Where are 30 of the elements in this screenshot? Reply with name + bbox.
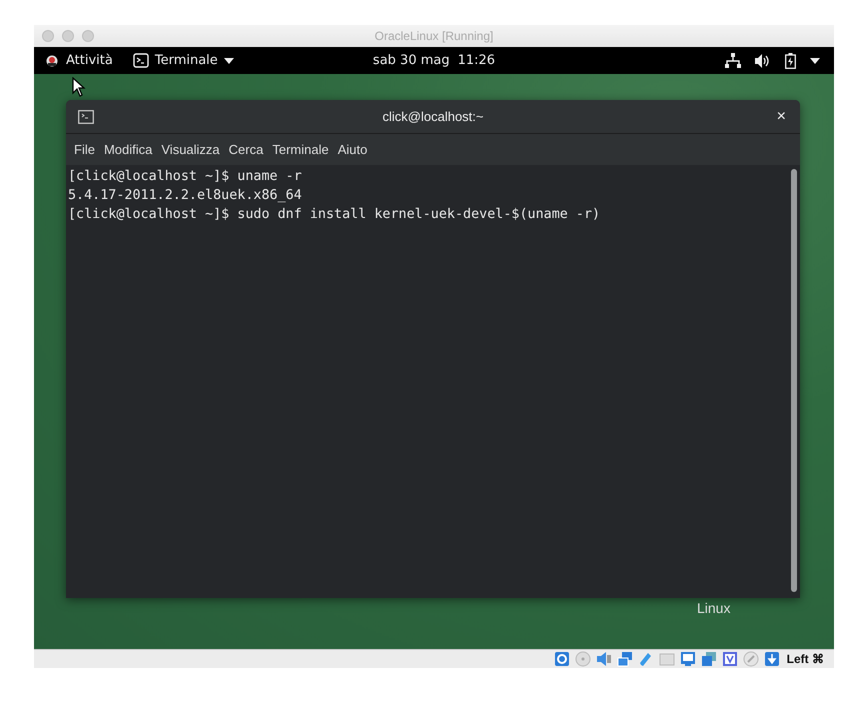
terminal-icon xyxy=(78,110,94,124)
activities-button[interactable]: Attività xyxy=(66,53,113,68)
menu-item[interactable]: Visualizza xyxy=(161,142,220,157)
menu-item[interactable]: File xyxy=(74,142,95,157)
battery-icon[interactable] xyxy=(785,52,796,68)
terminal-line: [click@localhost ~]$ sudo dnf install kernel-uek-devel-$(uname -r) xyxy=(68,206,602,224)
app-menu-button[interactable]: Terminale xyxy=(132,53,234,68)
window-title: OracleLinux [Running] xyxy=(374,29,494,43)
desktop-label: Linux xyxy=(697,600,730,616)
terminal-icon xyxy=(132,53,149,68)
distro-logo-icon xyxy=(46,54,58,66)
menu-item[interactable]: Cerca xyxy=(228,142,264,157)
menu-item[interactable]: Modifica xyxy=(104,142,152,157)
date-label[interactable]: sab 30 mag xyxy=(372,53,450,68)
menu-item[interactable]: Aiuto xyxy=(338,142,368,157)
mouse-pointer-icon xyxy=(72,77,86,97)
system-menu-caret-icon[interactable] xyxy=(810,58,820,64)
monitor-icon[interactable] xyxy=(680,651,696,667)
close-button[interactable]: × xyxy=(772,108,790,126)
menu-item[interactable]: Terminale xyxy=(272,142,329,157)
terminal-line: [click@localhost ~]$ uname -r xyxy=(68,168,303,186)
host-key-label: Left ⌘ xyxy=(786,652,824,666)
scrollbar[interactable] xyxy=(791,169,797,592)
terminal-line: 5.4.17-2011.2.2.el8uek.x86_64 xyxy=(68,187,303,205)
caret-icon xyxy=(224,58,234,64)
time-label[interactable]: 11:26 xyxy=(458,53,496,68)
optical-disc-icon[interactable] xyxy=(574,651,591,667)
speaker-icon[interactable] xyxy=(596,651,612,667)
volume-icon[interactable] xyxy=(755,54,771,68)
terminal-title: click@localhost:~ xyxy=(382,109,484,124)
